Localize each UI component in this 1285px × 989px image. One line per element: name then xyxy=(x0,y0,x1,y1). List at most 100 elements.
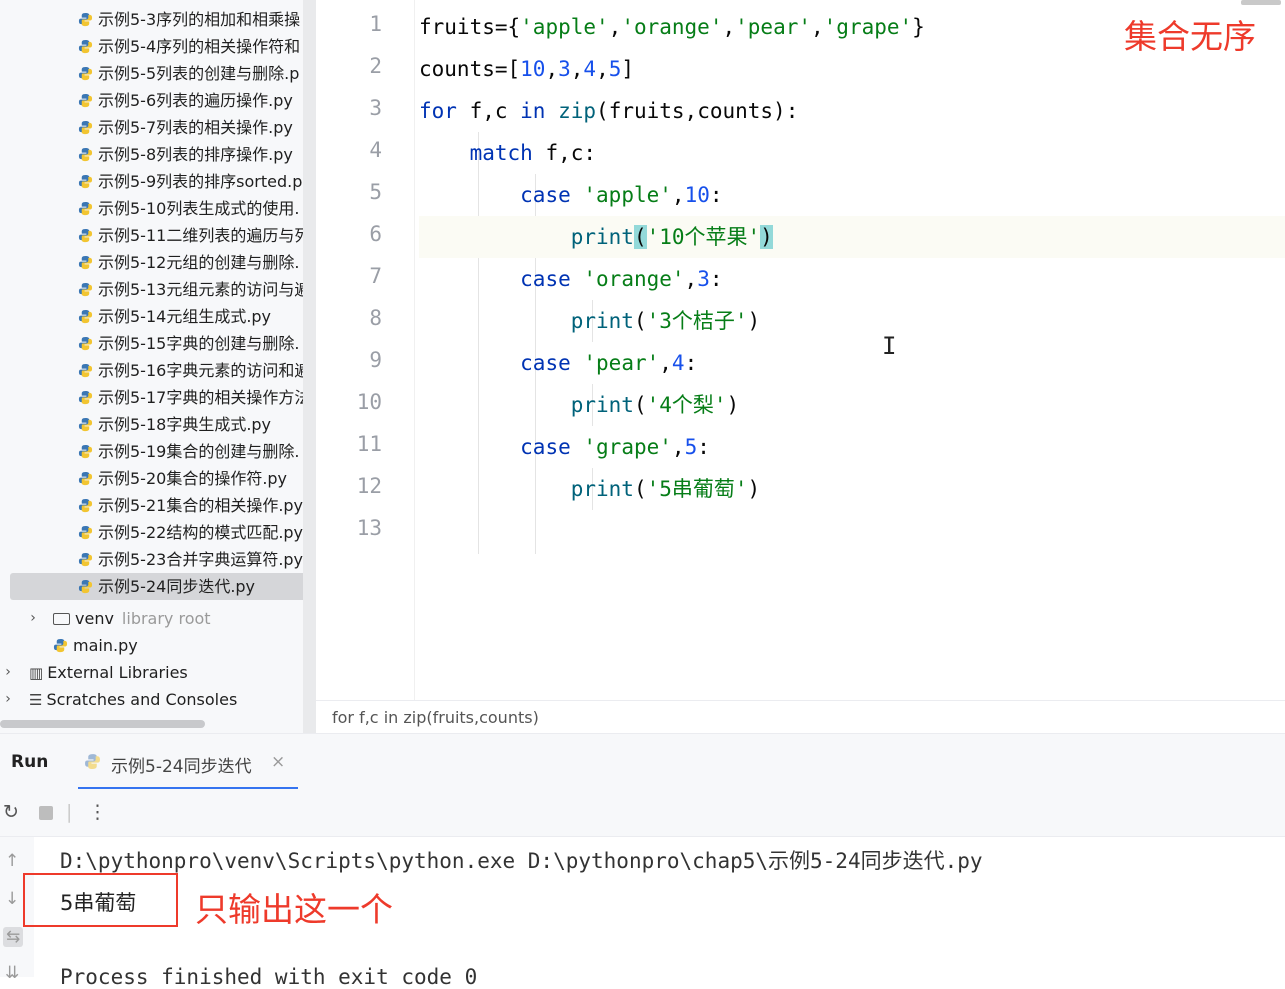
close-icon[interactable]: × xyxy=(271,752,285,772)
line-number[interactable]: 1 xyxy=(316,12,382,36)
python-file-icon xyxy=(78,579,93,594)
python-file-icon xyxy=(78,93,93,108)
tree-item-file[interactable]: 示例5-9列表的排序sorted.p xyxy=(0,168,316,195)
python-file-icon xyxy=(78,363,93,378)
python-file-icon xyxy=(78,147,93,162)
tree-item-file[interactable]: 示例5-24同步迭代.py xyxy=(10,573,310,600)
external-libraries-label: External Libraries xyxy=(47,663,188,682)
python-file-icon xyxy=(78,255,93,270)
code-line-7[interactable]: case 'orange',3: xyxy=(419,258,1285,300)
scroll-to-end-icon[interactable]: ⇊ xyxy=(5,963,19,983)
tree-item-file[interactable]: 示例5-3序列的相加和相乘操 xyxy=(0,6,316,33)
more-icon[interactable]: ⋮ xyxy=(88,801,107,823)
tree-item-file[interactable]: 示例5-11二维列表的遍历与列 xyxy=(0,222,316,249)
tree-item-venv[interactable]: › venv library root xyxy=(0,605,316,632)
file-label: 示例5-8列表的排序操作.py xyxy=(98,145,293,164)
tree-item-file[interactable]: 示例5-18字典生成式.py xyxy=(0,411,316,438)
stop-icon[interactable] xyxy=(39,806,53,820)
tree-item-file[interactable]: 示例5-19集合的创建与删除. xyxy=(0,438,316,465)
rerun-icon[interactable]: ↻ xyxy=(3,801,19,823)
arrow-down-icon[interactable]: ↓ xyxy=(5,889,19,909)
line-number[interactable]: 12 xyxy=(316,474,382,498)
line-number-gutter: 1 2 3 4 5 6 7 8 9 10 11 12 13 xyxy=(316,0,416,700)
code-area[interactable]: fruits={'apple','orange','pear','grape'}… xyxy=(419,0,1285,700)
file-label: 示例5-11二维列表的遍历与列 xyxy=(98,226,311,245)
line-number[interactable]: 9 xyxy=(316,348,382,372)
python-file-icon xyxy=(78,201,93,216)
file-label: 示例5-3序列的相加和相乘操 xyxy=(98,10,301,29)
file-label: 示例5-21集合的相关操作.py xyxy=(98,496,304,515)
text-cursor-icon: I xyxy=(882,332,897,360)
file-label: 示例5-15字典的创建与删除. xyxy=(98,334,300,353)
line-number[interactable]: 13 xyxy=(316,516,382,540)
python-file-icon xyxy=(78,282,93,297)
run-console[interactable]: ↑ ↓ ⇆ ⇊ D:\pythonpro\venv\Scripts\python… xyxy=(0,837,1285,989)
line-number[interactable]: 4 xyxy=(316,138,382,162)
code-line-3[interactable]: for f,c in zip(fruits,counts): xyxy=(419,90,1285,132)
line-number[interactable]: 2 xyxy=(316,54,382,78)
tree-item-file[interactable]: 示例5-12元组的创建与删除. xyxy=(0,249,316,276)
tree-item-file[interactable]: 示例5-10列表生成式的使用. xyxy=(0,195,316,222)
tree-item-file[interactable]: 示例5-20集合的操作符.py xyxy=(0,465,316,492)
python-file-icon xyxy=(78,228,93,243)
tree-item-main[interactable]: main.py xyxy=(0,632,316,659)
code-line-13[interactable] xyxy=(419,510,1285,552)
line-number[interactable]: 3 xyxy=(316,96,382,120)
file-label: 示例5-5列表的创建与删除.p xyxy=(98,64,300,83)
tree-item-file[interactable]: 示例5-17字典的相关操作方法 xyxy=(0,384,316,411)
chevron-right-icon[interactable]: › xyxy=(27,605,39,632)
tree-item-file[interactable]: 示例5-15字典的创建与删除. xyxy=(0,330,316,357)
python-file-icon xyxy=(78,336,93,351)
console-process-finished: Process finished with exit code 0 xyxy=(60,965,478,989)
tree-item-file[interactable]: 示例5-8列表的排序操作.py xyxy=(0,141,316,168)
line-number[interactable]: 11 xyxy=(316,432,382,456)
file-label: 示例5-4序列的相关操作符和 xyxy=(98,37,301,56)
file-label: 示例5-22结构的模式匹配.py xyxy=(98,523,304,542)
run-tab-label: 示例5-24同步迭代 xyxy=(111,757,252,777)
line-number[interactable]: 7 xyxy=(316,264,382,288)
scratches-label: Scratches and Consoles xyxy=(46,690,238,709)
code-line-9[interactable]: case 'pear',4: xyxy=(419,342,1285,384)
code-line-8[interactable]: print('3个桔子') xyxy=(419,300,1285,342)
code-line-12[interactable]: print('5串葡萄') xyxy=(419,468,1285,510)
chevron-right-icon[interactable]: › xyxy=(2,659,14,686)
code-line-10[interactable]: print('4个梨') xyxy=(419,384,1285,426)
tree-horizontal-scrollbar[interactable] xyxy=(0,720,205,728)
tree-item-file[interactable]: 示例5-22结构的模式匹配.py xyxy=(0,519,316,546)
python-file-icon xyxy=(78,66,93,81)
file-label: 示例5-23合并字典运算符.py xyxy=(98,550,304,569)
code-line-6[interactable]: print('10个苹果') xyxy=(419,216,1285,258)
library-icon: ▥ xyxy=(29,664,44,682)
line-number[interactable]: 6 xyxy=(316,222,382,246)
tree-item-file[interactable]: 示例5-7列表的相关操作.py xyxy=(0,114,316,141)
chevron-right-icon[interactable]: › xyxy=(2,686,14,713)
tree-vertical-scrollbar[interactable] xyxy=(303,0,316,733)
tree-item-file[interactable]: 示例5-6列表的遍历操作.py xyxy=(0,87,316,114)
line-number[interactable]: 5 xyxy=(316,180,382,204)
toolbar-separator: | xyxy=(66,801,73,823)
tree-item-scratches[interactable]: › ☰ Scratches and Consoles xyxy=(0,686,316,713)
code-editor[interactable]: 1 2 3 4 5 6 7 8 9 10 11 12 13 fruits={'apple','orang… xyxy=(316,0,1285,734)
tree-item-file[interactable]: 示例5-4序列的相关操作符和 xyxy=(0,33,316,60)
breadcrumb-item[interactable]: for f,c in zip(fruits,counts) xyxy=(332,708,539,727)
tree-item-file[interactable]: 示例5-23合并字典运算符.py xyxy=(0,546,316,573)
soft-wrap-icon[interactable]: ⇆ xyxy=(3,927,24,947)
code-line-4[interactable]: match f,c: xyxy=(419,132,1285,174)
breadcrumb[interactable]: for f,c in zip(fruits,counts) xyxy=(316,700,1285,734)
file-label: 示例5-18字典生成式.py xyxy=(98,415,272,434)
line-number[interactable]: 8 xyxy=(316,306,382,330)
tree-item-file[interactable]: 示例5-14元组生成式.py xyxy=(0,303,316,330)
tree-item-file[interactable]: 示例5-16字典元素的访问和遍 xyxy=(0,357,316,384)
code-line-11[interactable]: case 'grape',5: xyxy=(419,426,1285,468)
tree-item-external-libraries[interactable]: › ▥ External Libraries xyxy=(0,659,316,686)
tree-item-file[interactable]: 示例5-21集合的相关操作.py xyxy=(0,492,316,519)
line-number[interactable]: 10 xyxy=(316,390,382,414)
venv-label: venv xyxy=(75,609,114,628)
arrow-up-icon[interactable]: ↑ xyxy=(5,851,19,871)
file-label: 示例5-16字典元素的访问和遍 xyxy=(98,361,311,380)
run-tab[interactable]: 示例5-24同步迭代 × xyxy=(78,734,298,790)
tree-item-file[interactable]: 示例5-5列表的创建与删除.p xyxy=(0,60,316,87)
tree-item-file[interactable]: 示例5-13元组元素的访问与遍 xyxy=(0,276,316,303)
code-line-5[interactable]: case 'apple',10: xyxy=(419,174,1285,216)
file-label: 示例5-13元组元素的访问与遍 xyxy=(98,280,311,299)
